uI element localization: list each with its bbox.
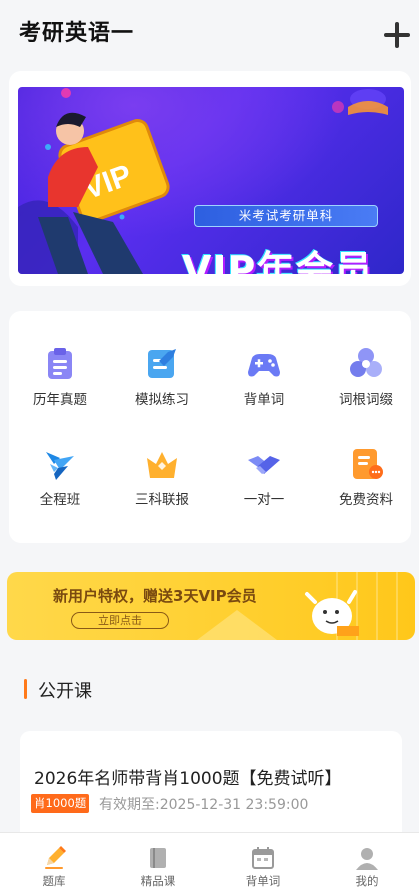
plus-icon[interactable]	[384, 22, 410, 48]
tab-label: 背单词	[245, 874, 281, 888]
grid-item-past-papers[interactable]: 历年真题	[10, 346, 110, 408]
banner-ribbon: 米考试考研单科	[194, 205, 378, 227]
bird-icon	[46, 452, 74, 480]
page-title: 考研英语一	[19, 21, 135, 46]
grid-item-mock-practice[interactable]: 模拟练习	[112, 346, 212, 408]
promo-decoration	[197, 572, 398, 640]
calendar-icon	[252, 847, 274, 869]
grid-item-free-materials[interactable]: 免费资料	[316, 446, 416, 508]
tab-premium-courses[interactable]: 精品课	[106, 833, 210, 888]
course-expiry: 有效期至:2025-12-31 23:59:00	[99, 797, 309, 813]
tab-label: 题库	[42, 874, 66, 888]
feature-grid: 历年真题 模拟练习 背单词 词根词缀 全程班 三科联报 一对一 免费资料	[9, 311, 411, 543]
promo-text: 新用户特权，赠送3天VIP会员	[53, 587, 257, 605]
clipboard-icon	[48, 348, 72, 379]
grid-item-label: 三科联报	[135, 492, 189, 508]
tab-vocabulary[interactable]: 背单词	[211, 833, 315, 888]
grid-item-label: 一对一	[243, 492, 285, 508]
edit-note-icon	[148, 349, 176, 378]
gamepad-icon	[248, 354, 280, 377]
grid-item-roots-affixes[interactable]: 词根词缀	[316, 346, 416, 408]
grid-item-label: 免费资料	[339, 492, 393, 508]
tab-label: 我的	[355, 874, 379, 888]
grid-item-full-course[interactable]: 全程班	[10, 446, 110, 508]
grid-item-label: 历年真题	[33, 392, 87, 408]
atom-icon	[350, 348, 382, 377]
grid-item-one-on-one[interactable]: 一对一	[214, 446, 314, 508]
banner-headline: VIP年会员	[182, 248, 374, 274]
bottom-tab-bar: 题库 精品课 背单词 我的	[0, 832, 419, 888]
pencil-icon	[45, 846, 66, 869]
grid-item-label: 模拟练习	[135, 392, 189, 408]
promo-banner[interactable]: 新用户特权，赠送3天VIP会员 立即点击	[7, 572, 415, 640]
tab-mine[interactable]: 我的	[315, 833, 419, 888]
section-accent-bar	[24, 679, 27, 699]
grid-item-label: 背单词	[243, 392, 285, 408]
document-icon	[353, 449, 383, 479]
section-title-text: 公开课	[38, 681, 92, 702]
book-icon	[150, 848, 166, 868]
banner-ribbon-text: 米考试考研单科	[238, 208, 334, 223]
grid-item-label: 全程班	[39, 492, 81, 508]
course-tag: 肖1000题	[31, 794, 90, 813]
handshake-icon	[248, 456, 280, 474]
person-icon	[356, 848, 378, 870]
grid-item-label: 词根词缀	[339, 392, 393, 408]
grid-item-vocabulary[interactable]: 背单词	[214, 346, 314, 408]
grid-item-three-subjects[interactable]: 三科联报	[112, 446, 212, 508]
tab-label: 精品课	[140, 874, 176, 888]
promo-button[interactable]: 立即点击	[71, 612, 169, 629]
course-card[interactable]: 2026年名师带背肖1000题【免费试听】 肖1000题 有效期至:2025-1…	[20, 731, 402, 841]
crown-icon	[147, 452, 177, 478]
course-name: 2026年名师带背肖1000题【免费试听】	[34, 769, 342, 789]
header: 考研英语一	[0, 0, 419, 62]
tab-question-bank[interactable]: 题库	[2, 833, 106, 888]
vip-banner[interactable]: VIP 米考试考研单科 VIP年会员 限时 优惠 GO	[18, 87, 404, 274]
